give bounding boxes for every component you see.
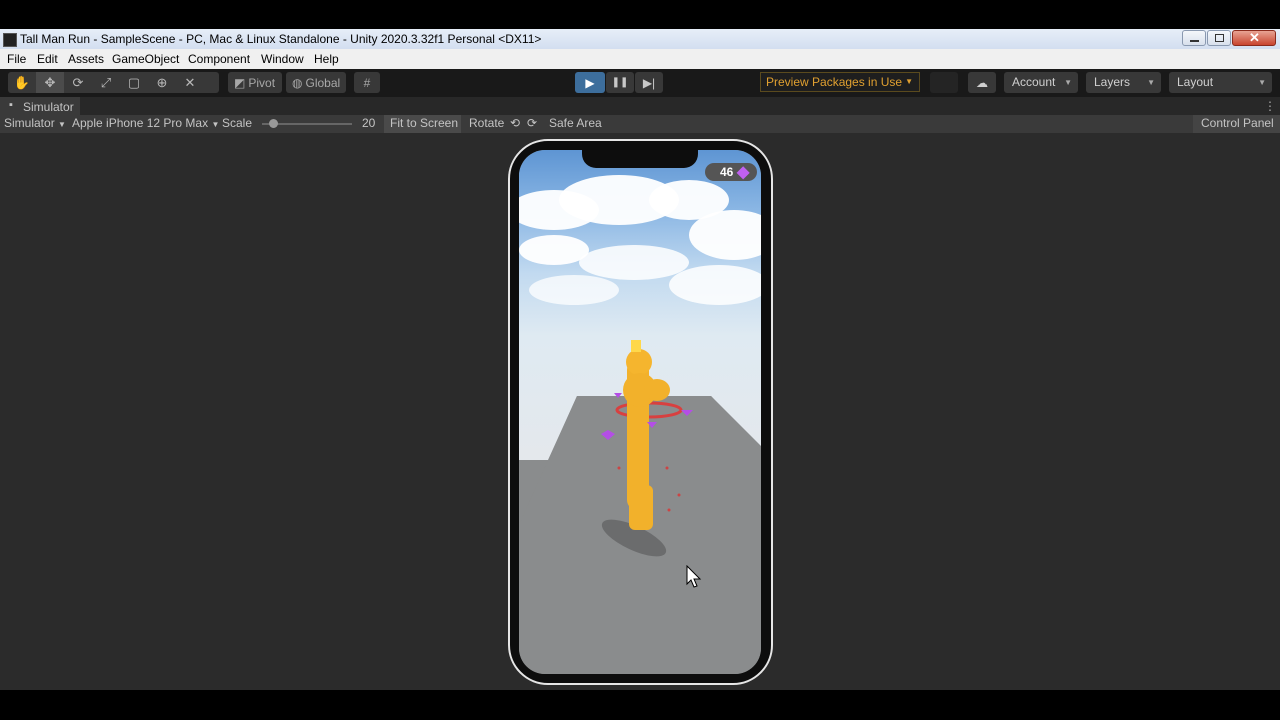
preview-packages-label: Preview Packages in Use	[766, 75, 903, 89]
close-icon: ✕	[1249, 30, 1260, 45]
menu-component[interactable]: Component	[188, 52, 250, 66]
chevron-down-icon: ▼	[211, 120, 220, 129]
close-button[interactable]: ✕	[1232, 30, 1276, 46]
device-notch	[582, 150, 698, 168]
pivot-label: Pivot	[248, 75, 276, 90]
chevron-down-icon: ▼	[905, 77, 913, 86]
window-title: Tall Man Run - SampleScene - PC, Mac & L…	[20, 32, 542, 46]
simulator-tab-icon: ▪	[9, 99, 13, 111]
fit-to-screen-button[interactable]: Fit to Screen	[384, 115, 461, 133]
character-and-gems	[601, 340, 693, 530]
rotate-left-icon[interactable]: ⟲	[510, 116, 520, 130]
account-label: Account	[1012, 75, 1056, 89]
menu-gameobject[interactable]: GameObject	[112, 52, 179, 66]
layout-label: Layout	[1177, 75, 1214, 89]
simulator-toolbar: Simulator ▼ Apple iPhone 12 Pro Max ▼ Sc…	[0, 115, 1280, 133]
play-icon: ▶	[585, 75, 595, 90]
step-button[interactable]: ▶|	[635, 72, 663, 93]
gem-count: 46	[720, 165, 734, 179]
menu-bar: File Edit Assets GameObject Component Wi…	[0, 49, 1280, 69]
tab-simulator[interactable]: ▪ Simulator	[0, 97, 80, 115]
unity-logo-icon	[3, 33, 17, 47]
scale-value: 20	[362, 116, 376, 130]
chevron-down-icon: ▼	[1258, 78, 1266, 87]
letterbox-bottom	[0, 690, 1280, 720]
control-panel-label: Control Panel	[1201, 116, 1274, 130]
scale-tool-icon[interactable]: ⤢	[92, 72, 120, 93]
transform-tools-group: ✋ ✥ ⟳ ⤢ ▢ ⊕ ✕	[8, 72, 219, 93]
layout-dropdown[interactable]: Layout ▼	[1169, 72, 1272, 93]
pause-button[interactable]: ❚❚	[606, 72, 634, 93]
global-toggle[interactable]: ◍ Global	[286, 72, 346, 93]
cloud-icon: ☁	[976, 75, 988, 90]
scale-slider-handle[interactable]	[269, 119, 278, 128]
globe-icon: ◍	[292, 75, 303, 90]
rotate-label: Rotate	[469, 116, 505, 130]
preview-packages-dropdown[interactable]: Preview Packages in Use ▼	[760, 72, 920, 92]
menu-help[interactable]: Help	[314, 52, 339, 66]
chevron-down-icon: ▼	[1064, 78, 1072, 87]
fit-to-screen-label: Fit to Screen	[390, 116, 459, 130]
chevron-down-icon: ▼	[58, 120, 66, 129]
safe-area-toggle[interactable]: Safe Area	[549, 116, 602, 130]
grid-snap-button[interactable]: #	[354, 72, 380, 93]
main-toolbar: ✋ ✥ ⟳ ⤢ ▢ ⊕ ✕ ◩ Pivot ◍ Global # ▶ ❚❚ ▶|…	[0, 69, 1280, 97]
play-button[interactable]: ▶	[575, 72, 605, 93]
minimize-button[interactable]	[1182, 30, 1206, 46]
mouse-cursor-icon	[686, 565, 702, 588]
maximize-icon	[1215, 34, 1224, 42]
layers-dropdown[interactable]: Layers ▼	[1086, 72, 1161, 93]
menu-edit[interactable]: Edit	[37, 52, 58, 66]
simulator-tab-label: Simulator	[23, 100, 74, 114]
transform-tool-icon[interactable]: ⊕	[148, 72, 176, 93]
collab-button[interactable]	[930, 72, 958, 93]
simulator-tab-header: ▪ Simulator ⋮	[0, 97, 1280, 115]
gem-counter: 46 ◆	[705, 163, 757, 181]
simulator-mode-dropdown[interactable]: Simulator ▼	[4, 116, 66, 130]
rect-tool-icon[interactable]: ▢	[120, 72, 148, 93]
custom-tool-icon[interactable]: ✕	[176, 72, 204, 93]
kebab-menu-icon[interactable]: ⋮	[1264, 99, 1276, 113]
move-tool-icon[interactable]: ✥	[36, 72, 64, 93]
scale-label: Scale	[222, 116, 253, 130]
grid-icon: #	[363, 75, 371, 90]
device-dropdown[interactable]: Apple iPhone 12 Pro Max ▼	[72, 116, 219, 130]
cloud-button[interactable]: ☁	[968, 72, 996, 93]
step-icon: ▶|	[642, 75, 656, 90]
layers-label: Layers	[1094, 75, 1131, 89]
control-panel-button[interactable]: Control Panel	[1193, 115, 1280, 133]
global-label: Global	[305, 75, 341, 90]
simulator-mode-label: Simulator	[4, 116, 55, 130]
device-label: Apple iPhone 12 Pro Max	[72, 116, 209, 130]
menu-file[interactable]: File	[7, 52, 26, 66]
rotate-right-icon[interactable]: ⟳	[527, 116, 537, 130]
menu-window[interactable]: Window	[261, 52, 304, 66]
window-title-bar: Tall Man Run - SampleScene - PC, Mac & L…	[0, 29, 1280, 49]
game-screen[interactable]: 46 ◆	[519, 150, 761, 674]
account-dropdown[interactable]: Account ▼	[1004, 72, 1078, 93]
menu-assets[interactable]: Assets	[68, 52, 104, 66]
pause-icon: ❚❚	[611, 77, 629, 88]
hand-tool-icon[interactable]: ✋	[8, 72, 36, 93]
chevron-down-icon: ▼	[1147, 78, 1155, 87]
rotate-tool-icon[interactable]: ⟳	[64, 72, 92, 93]
pivot-toggle[interactable]: ◩ Pivot	[228, 72, 282, 93]
gem-icon: ◆	[737, 164, 750, 181]
pivot-icon: ◩	[234, 75, 246, 90]
maximize-button[interactable]	[1207, 30, 1231, 46]
minimize-icon	[1190, 40, 1199, 42]
